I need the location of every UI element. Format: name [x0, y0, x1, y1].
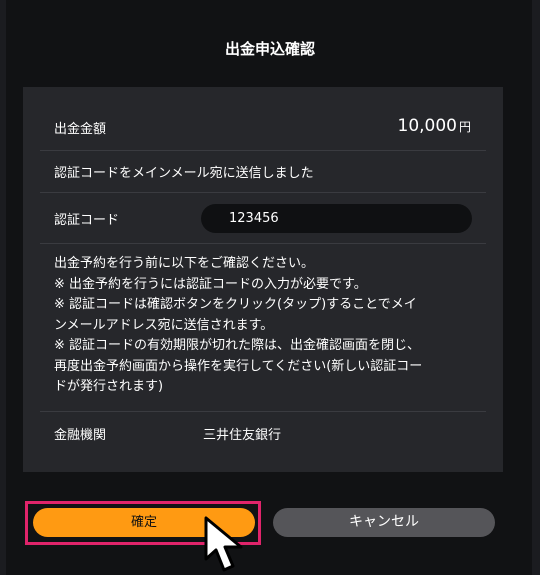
notice-text: 出金予約を行う前に以下をご確認ください。 ※ 出金予約を行うには認証コードの入力… — [54, 254, 484, 398]
notice-line: ※ 出金予約を行うには認証コードの入力が必要です。 — [54, 276, 367, 292]
amount-unit: 円 — [458, 120, 471, 134]
bank-value: 三井住友銀行 — [203, 428, 282, 443]
amount-value-group: 10,000 円 — [398, 116, 472, 136]
notice-line: ※ 認証コードは確認ボタンをクリック(タップ)することでメイ — [54, 297, 417, 312]
notice-line: 再度出金予約画面から操作を実行してください(新しい認証コー — [54, 358, 423, 374]
divider — [40, 243, 486, 244]
divider — [40, 192, 486, 193]
divider — [40, 411, 486, 412]
notice-line: ンメールアドレス宛に送信されます。 — [54, 317, 274, 333]
arrow-cursor-icon — [204, 516, 243, 572]
code-sent-message: 認証コードをメインメール宛に送信しました — [54, 166, 314, 181]
left-edge — [0, 0, 6, 575]
code-input[interactable]: 123456 — [201, 204, 472, 233]
confirmation-panel: 出金金額 10,000 円 認証コードをメインメール宛に送信しました 認証コード … — [23, 87, 503, 472]
cancel-button[interactable]: キャンセル — [273, 508, 495, 537]
code-label: 認証コード — [54, 213, 120, 228]
dialog-title: 出金申込確認 — [224, 40, 315, 58]
notice-line: ドが発行されます) — [54, 379, 164, 394]
notice-line: 出金予約を行う前に以下をご確認ください。 — [54, 256, 315, 271]
bank-label: 金融機関 — [54, 428, 107, 443]
amount-value: 10,000 — [397, 116, 457, 136]
notice-line: ※ 認証コードの有効期限が切れた際は、出金確認画面を閉じ、 — [54, 338, 421, 353]
right-edge — [532, 0, 540, 575]
divider — [40, 150, 486, 151]
amount-label: 出金金額 — [54, 122, 107, 137]
